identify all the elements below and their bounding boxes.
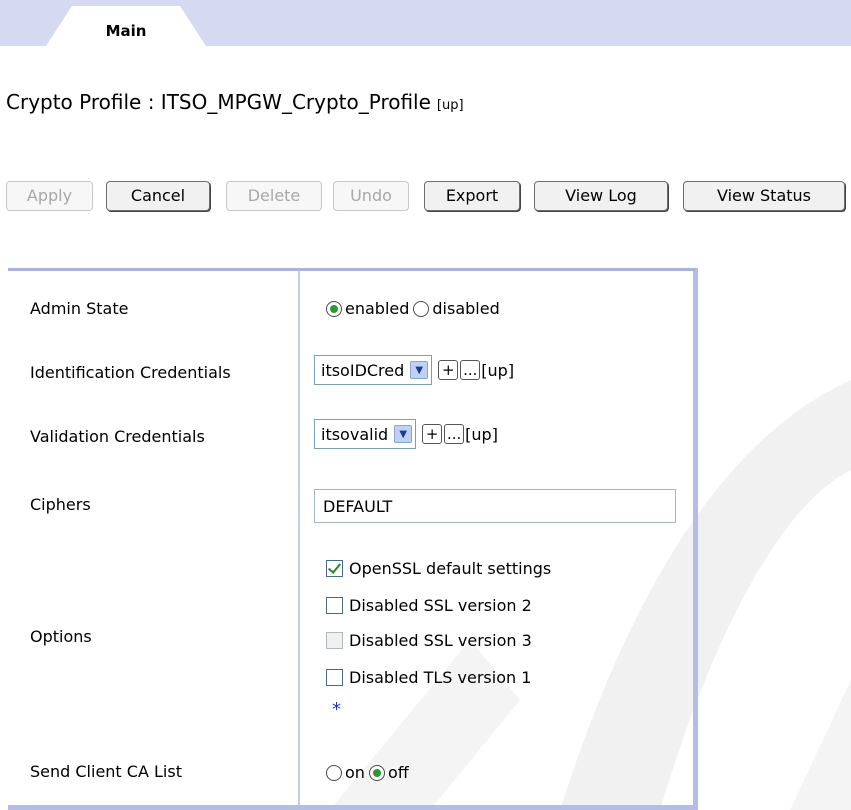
admin-state-disabled-radio[interactable] (413, 300, 430, 317)
page-title: Crypto Profile : ITSO_MPGW_Crypto_Profil… (6, 90, 464, 114)
option-label: Disabled SSL version 3 (349, 631, 532, 650)
admin-state-disabled-label: disabled (432, 299, 500, 318)
apply-button[interactable]: Apply (6, 181, 93, 211)
tab-strip: Main (0, 0, 851, 46)
identification-credentials-control: itsoIDCred ▼ + ... [up] (314, 355, 514, 385)
ciphers-input[interactable] (314, 489, 676, 523)
send-client-ca-on-label: on (345, 763, 365, 782)
send-client-ca-list-radio-group: on off (326, 763, 409, 782)
view-status-button[interactable]: View Status (683, 181, 845, 211)
delete-button[interactable]: Delete (226, 181, 322, 211)
options-label: Options (30, 627, 92, 646)
option-label: Disabled SSL version 2 (349, 596, 532, 615)
add-icon[interactable]: + (438, 360, 459, 380)
edit-ellipsis-icon[interactable]: ... (460, 360, 481, 380)
option-disabled-sslv3[interactable]: Disabled SSL version 3 (326, 631, 532, 650)
send-client-ca-list-label: Send Client CA List (30, 762, 182, 781)
admin-state-enabled-label: enabled (345, 299, 410, 318)
send-client-ca-off-radio[interactable] (368, 764, 385, 781)
tab-main-label: Main (105, 22, 147, 40)
validation-credentials-label: Validation Credentials (30, 427, 205, 446)
required-asterisk: * (332, 699, 341, 720)
checkbox-icon[interactable] (326, 632, 343, 649)
option-disabled-tlsv1[interactable]: Disabled TLS version 1 (326, 668, 531, 687)
admin-state-label: Admin State (30, 299, 129, 318)
edit-ellipsis-icon[interactable]: ... (444, 424, 465, 444)
undo-button[interactable]: Undo (333, 181, 409, 211)
cancel-button[interactable]: Cancel (106, 181, 210, 211)
chevron-down-icon: ▼ (410, 361, 429, 379)
option-label: OpenSSL default settings (349, 559, 552, 578)
admin-state-radio-group: enabled disabled (326, 299, 500, 318)
send-client-ca-on-radio[interactable] (326, 764, 342, 781)
send-client-ca-off-label: off (387, 763, 409, 782)
checkbox-icon[interactable] (326, 597, 343, 614)
view-log-button[interactable]: View Log (534, 181, 668, 211)
validation-credentials-select[interactable]: itsovalid ▼ (314, 419, 417, 449)
validation-credentials-control: itsovalid ▼ + ... [up] (314, 419, 498, 449)
form-bottom-border (8, 805, 693, 810)
title-up-link[interactable]: [up] (437, 98, 464, 113)
admin-state-enabled-radio[interactable] (326, 300, 342, 317)
option-label: Disabled TLS version 1 (349, 668, 532, 687)
identification-credentials-label: Identification Credentials (30, 363, 231, 382)
identification-credentials-value: itsoIDCred (321, 360, 405, 380)
chevron-down-icon: ▼ (394, 425, 413, 443)
checkbox-checked-icon[interactable] (326, 560, 343, 577)
add-icon[interactable]: + (422, 424, 443, 444)
tab-main[interactable]: Main (46, 6, 206, 46)
export-button[interactable]: Export (424, 181, 520, 211)
crypto-profile-form: Admin State enabled disabled Identificat… (8, 268, 698, 810)
option-openssl-default[interactable]: OpenSSL default settings (326, 559, 551, 578)
identification-credentials-select[interactable]: itsoIDCred ▼ (314, 355, 433, 385)
checkbox-icon[interactable] (326, 669, 343, 686)
form-divider (298, 271, 300, 810)
page-title-text: Crypto Profile : ITSO_MPGW_Crypto_Profil… (6, 90, 431, 114)
option-disabled-sslv2[interactable]: Disabled SSL version 2 (326, 596, 532, 615)
identification-credentials-up-link[interactable]: [up] (481, 361, 514, 380)
validation-credentials-up-link[interactable]: [up] (465, 425, 498, 444)
validation-credentials-value: itsovalid (321, 424, 389, 444)
ciphers-label: Ciphers (30, 495, 91, 514)
